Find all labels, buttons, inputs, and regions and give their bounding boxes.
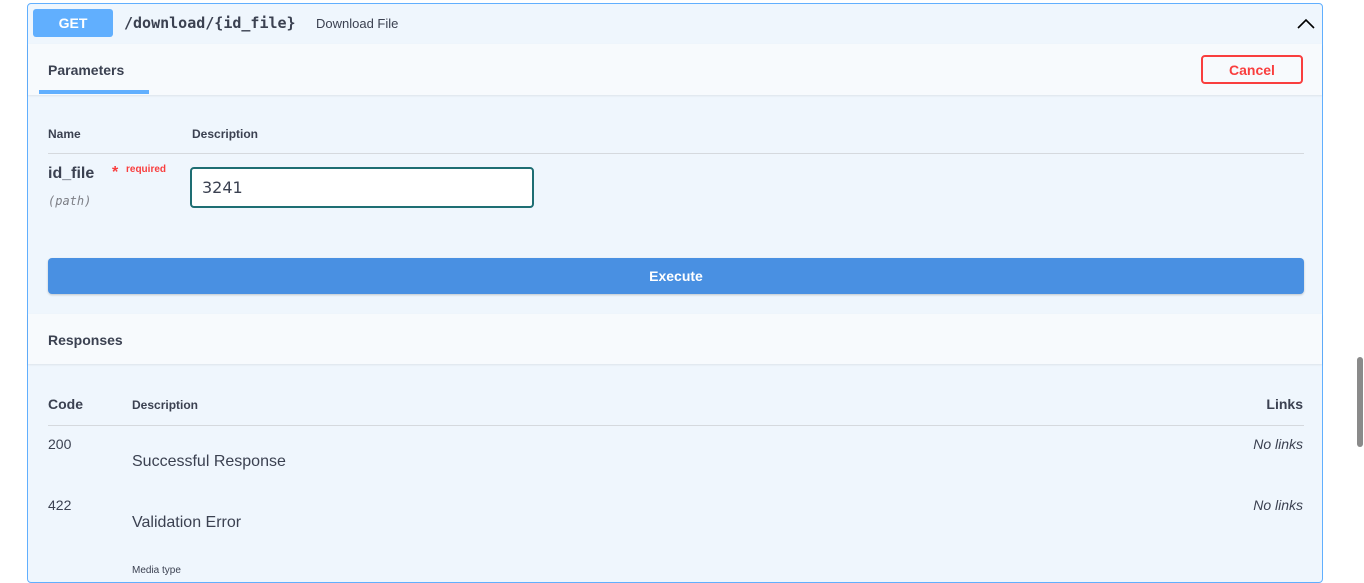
- tab-parameters[interactable]: Parameters: [48, 62, 124, 78]
- responses-title: Responses: [48, 332, 123, 348]
- scrollbar-thumb[interactable]: [1357, 357, 1363, 447]
- required-star: *: [112, 164, 119, 181]
- chevron-up-icon[interactable]: [1296, 14, 1316, 34]
- column-header-name: Name: [48, 127, 81, 141]
- parameters-header: Parameters Cancel: [28, 44, 1322, 95]
- column-header-description: Description: [192, 127, 259, 141]
- response-code: 422: [48, 497, 72, 513]
- required-label: required: [126, 164, 167, 175]
- execute-button[interactable]: Execute: [48, 258, 1304, 294]
- method-badge: GET: [33, 9, 113, 37]
- id-file-input[interactable]: [190, 167, 534, 208]
- column-header-response-description: Description: [132, 398, 199, 412]
- response-description: Validation Error: [132, 514, 242, 531]
- scrollbar-track[interactable]: [1356, 0, 1364, 571]
- column-header-links: Links: [1266, 396, 1303, 412]
- operation-block: GET /download/{id_file} Download File Pa…: [27, 3, 1323, 583]
- response-code: 200: [48, 436, 72, 452]
- endpoint-path: /download/{id_file}: [124, 14, 296, 32]
- parameter-name: id_file: [48, 165, 95, 182]
- divider: [48, 153, 1304, 154]
- divider: [48, 425, 1304, 426]
- response-description: Successful Response: [132, 453, 286, 470]
- response-links: No links: [1253, 497, 1303, 513]
- column-header-code: Code: [48, 396, 83, 412]
- tab-active-indicator: [39, 90, 149, 94]
- responses-header: Responses: [28, 314, 1322, 364]
- response-links: No links: [1253, 436, 1303, 452]
- parameter-location: (path): [48, 194, 92, 208]
- cancel-button[interactable]: Cancel: [1201, 55, 1303, 84]
- operation-summary[interactable]: GET /download/{id_file} Download File: [28, 4, 1322, 45]
- endpoint-summary: Download File: [316, 16, 399, 31]
